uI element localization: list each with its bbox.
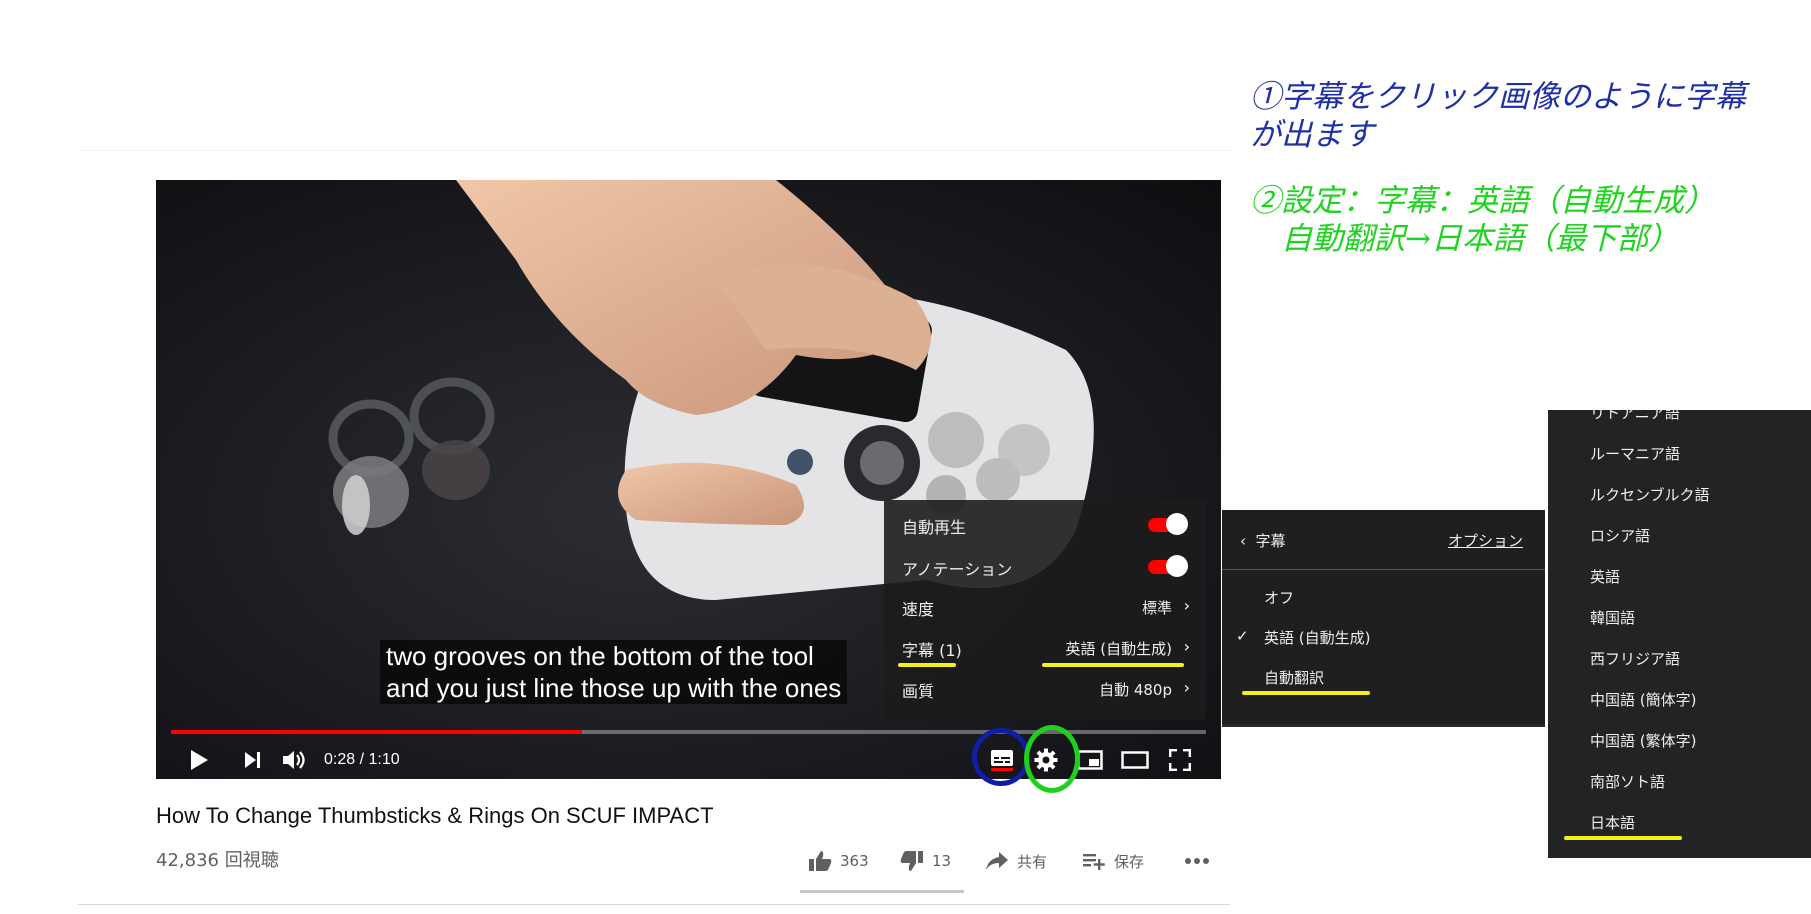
settings-item-annotations[interactable]: アノテーション — [884, 546, 1206, 586]
page-divider-bottom — [78, 904, 1230, 905]
progress-played — [171, 730, 582, 734]
thumbs-down-icon — [900, 851, 923, 871]
dislike-button[interactable]: 13 — [900, 847, 951, 875]
instruction-step-2-line-1: ②設定：字幕：英語（自動生成） — [1250, 183, 1715, 219]
language-item-japanese[interactable]: 日本語 — [1590, 812, 1635, 833]
submenu-title: 字幕 — [1255, 532, 1286, 550]
instruction-step-2: ②設定：字幕：英語（自動生成） 自動翻訳→日本語（最下部） — [1250, 182, 1715, 258]
settings-item-speed[interactable]: 速度 標準 › — [884, 586, 1206, 626]
options-link[interactable]: オプション — [1448, 530, 1523, 551]
chevron-left-icon: ‹ — [1240, 532, 1246, 550]
settings-item-subtitles[interactable]: 字幕 (1) 英語 (自動生成) › — [884, 627, 1206, 667]
submenu-item-english-auto[interactable]: 英語 (自動生成) — [1264, 627, 1370, 648]
language-item[interactable]: 中国語 (繁体字) — [1590, 730, 1696, 751]
caption-submenu: ‹ 字幕 オプション オフ ✓ 英語 (自動生成) 自動翻訳 — [1222, 510, 1545, 727]
annotation-circle-green — [1024, 725, 1080, 793]
language-item[interactable]: 中国語 (簡体字) — [1590, 689, 1696, 710]
subtitle-box: two grooves on the bottom of the tool an… — [380, 640, 848, 704]
next-icon[interactable] — [238, 740, 268, 779]
autoplay-toggle[interactable] — [1144, 513, 1188, 535]
highlight-underline — [898, 663, 956, 667]
like-count: 363 — [840, 852, 869, 870]
sentiment-bar — [800, 890, 964, 893]
view-count: 42,836 回視聴 — [156, 850, 279, 871]
share-button[interactable]: 共有 — [985, 847, 1047, 875]
language-item[interactable]: ルクセンブルク語 — [1590, 484, 1710, 505]
more-actions-button[interactable] — [1184, 847, 1218, 875]
speed-value: 標準 — [1141, 599, 1172, 617]
speed-label: 速度 — [902, 600, 935, 619]
language-item[interactable]: ロシア語 — [1590, 525, 1650, 546]
chevron-right-icon: › — [1183, 596, 1190, 615]
time-display: 0:28 / 1:10 — [324, 751, 400, 768]
annotations-toggle[interactable] — [1144, 555, 1188, 577]
save-label: 保存 — [1114, 852, 1145, 871]
language-list: リトアニア語 ルーマニア語 ルクセンブルク語 ロシア語 英語 韓国語 西フリジア… — [1548, 410, 1811, 858]
more-horizontal-icon — [1185, 858, 1209, 864]
dislike-count: 13 — [932, 852, 952, 870]
language-item[interactable]: 韓国語 — [1590, 607, 1635, 628]
share-label: 共有 — [1017, 852, 1048, 871]
submenu-divider — [1222, 569, 1545, 570]
quality-label: 画質 — [902, 682, 935, 701]
submenu-back-button[interactable]: ‹ 字幕 — [1240, 530, 1286, 551]
highlight-underline — [1564, 836, 1682, 840]
theater-mode-icon[interactable] — [1118, 740, 1152, 779]
subtitles-value: 英語 (自動生成) — [1065, 640, 1172, 658]
autoplay-label: 自動再生 — [902, 518, 967, 537]
chevron-right-icon: › — [1183, 678, 1190, 697]
annotation-circle-blue — [972, 728, 1030, 786]
language-item[interactable]: ルーマニア語 — [1590, 443, 1680, 464]
play-icon[interactable] — [182, 740, 216, 779]
subtitle-line-1: two grooves on the bottom of the tool — [386, 641, 814, 671]
annotations-label: アノテーション — [902, 560, 1013, 579]
settings-item-quality[interactable]: 画質 自動 480p › — [884, 668, 1206, 708]
chevron-right-icon: › — [1183, 637, 1190, 656]
language-item[interactable]: 西フリジア語 — [1590, 648, 1680, 669]
share-arrow-icon — [986, 852, 1008, 870]
instruction-step-2-line-2: 自動翻訳→日本語（最下部） — [1250, 221, 1679, 257]
volume-icon[interactable] — [278, 740, 312, 779]
language-item[interactable]: 南部ソト語 — [1590, 771, 1665, 792]
submenu-item-auto-translate[interactable]: 自動翻訳 — [1264, 667, 1324, 688]
settings-menu: 自動再生 アノテーション 速度 標準 › 字幕 (1) 英語 (自動生成) › … — [884, 500, 1206, 720]
video-title: How To Change Thumbsticks & Rings On SCU… — [156, 803, 714, 828]
subtitle-line-2: and you just line those up with the ones — [386, 673, 842, 703]
save-button[interactable]: 保存 — [1082, 847, 1144, 875]
language-item[interactable]: 英語 — [1590, 566, 1620, 587]
language-item[interactable]: リトアニア語 — [1590, 410, 1680, 423]
checkmark-icon: ✓ — [1236, 627, 1249, 645]
fullscreen-icon[interactable] — [1164, 740, 1196, 779]
settings-item-autoplay[interactable]: 自動再生 — [884, 504, 1206, 544]
video-player[interactable]: two grooves on the bottom of the tool an… — [156, 180, 1221, 779]
playlist-add-icon — [1083, 854, 1105, 870]
highlight-underline — [1042, 663, 1184, 667]
instruction-step-1: ①字幕をクリック画像のように字幕 が出ます — [1250, 78, 1746, 154]
page-divider-top — [80, 150, 1230, 151]
like-button[interactable]: 363 — [808, 847, 869, 875]
highlight-underline — [1242, 691, 1370, 695]
subtitles-label: 字幕 (1) — [902, 641, 962, 660]
instruction-step-1-line-1: ①字幕をクリック画像のように字幕 — [1250, 79, 1746, 115]
quality-value: 自動 480p — [1099, 681, 1172, 699]
submenu-item-off[interactable]: オフ — [1264, 587, 1294, 608]
instruction-step-1-line-2: が出ます — [1250, 117, 1374, 153]
thumbs-up-icon — [809, 851, 832, 871]
